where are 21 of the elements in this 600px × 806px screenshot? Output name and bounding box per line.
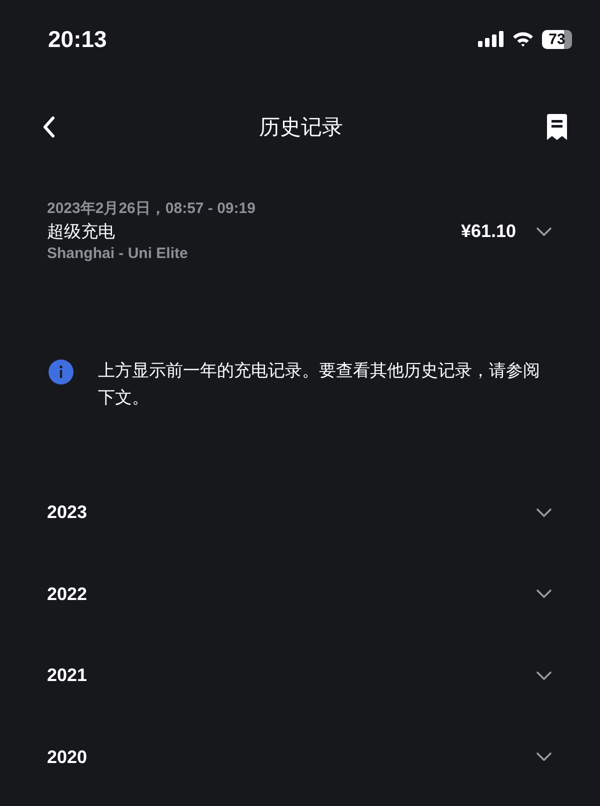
year-label: 2020 — [47, 746, 88, 768]
charge-date: 2023年2月26日，08:57 - 09:19 — [47, 199, 256, 219]
year-label: 2021 — [47, 665, 88, 686]
battery-icon: 73 — [542, 30, 572, 48]
year-row[interactable]: 2022 — [0, 554, 600, 635]
year-row[interactable]: 2020 — [0, 716, 600, 798]
year-label: 2023 — [47, 502, 88, 524]
year-row[interactable]: 2023 — [0, 472, 600, 554]
year-label: 2022 — [47, 584, 88, 605]
receipt-button[interactable] — [544, 112, 570, 142]
signal-icon — [478, 31, 504, 47]
charge-type: 超级充电 — [47, 221, 116, 243]
wifi-icon — [512, 31, 534, 47]
charge-location: Shanghai - Uni Elite — [47, 244, 189, 264]
year-row[interactable]: 2021 — [0, 635, 600, 716]
info-icon — [48, 359, 74, 385]
chevron-icon[interactable] — [536, 226, 552, 236]
status-time: 20:13 — [48, 26, 107, 52]
info-message: 上方显示前一年的充电记录。要查看其他历史记录，请参阅下文。 — [98, 360, 540, 409]
page-title: 历史记录 — [259, 115, 343, 141]
charge-amount: ¥61.10 — [460, 221, 516, 242]
